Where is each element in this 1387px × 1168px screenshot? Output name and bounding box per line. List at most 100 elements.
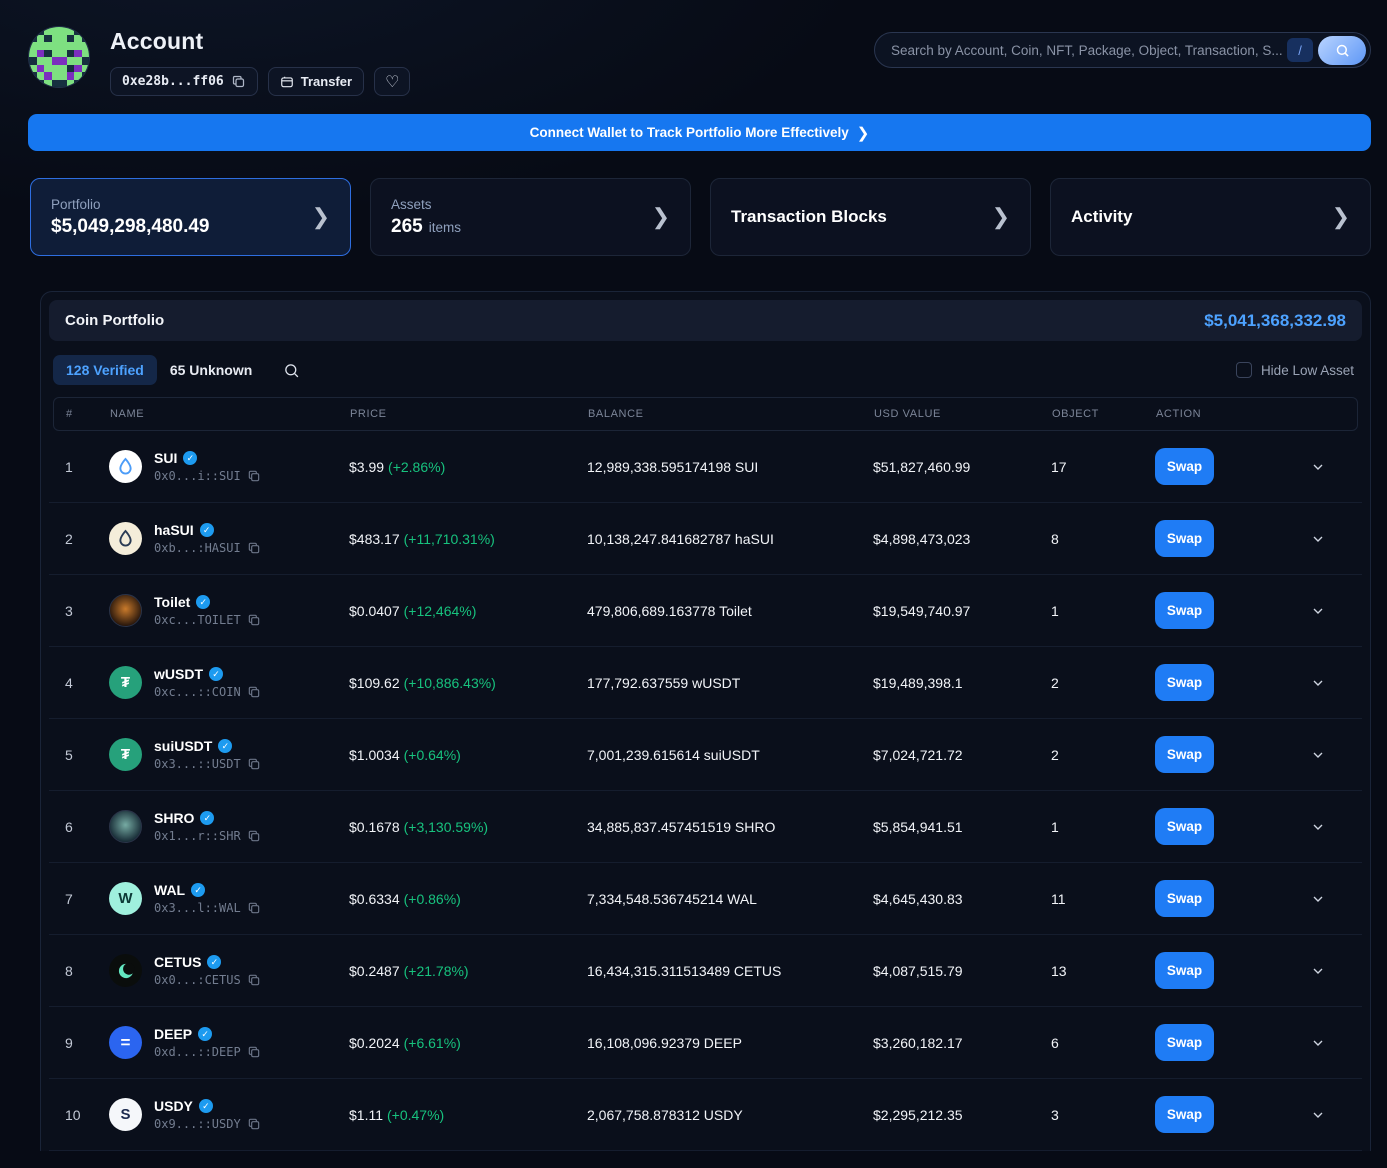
verified-badge-icon: ✓ (198, 1027, 212, 1041)
transfer-button[interactable]: Transfer (268, 67, 364, 96)
account-address: 0xe28b...ff06 (122, 74, 224, 89)
summary-card-portfolio[interactable]: Portfolio$5,049,298,480.49❯ (30, 178, 351, 256)
action-cell: Swap (1147, 736, 1287, 773)
copy-icon[interactable] (247, 757, 261, 771)
chevron-down-icon[interactable] (1310, 675, 1354, 691)
favorite-button[interactable]: ♡ (374, 67, 410, 96)
search-button[interactable] (1318, 36, 1366, 65)
swap-button[interactable]: Swap (1155, 592, 1214, 629)
copy-icon[interactable] (247, 685, 261, 699)
swap-button[interactable]: Swap (1155, 952, 1214, 989)
rank-cell: 5 (57, 747, 101, 763)
chevron-down-icon[interactable] (1310, 459, 1354, 475)
copy-icon[interactable] (247, 613, 261, 627)
copy-icon[interactable] (247, 829, 261, 843)
rank-cell: 7 (57, 891, 101, 907)
balance-cell: 10,138,247.841682787 haSUI (579, 531, 865, 547)
coin-portfolio-panel: Coin Portfolio $5,041,368,332.98 128 Ver… (40, 291, 1371, 1151)
balance-cell: 12,989,338.595174198 SUI (579, 459, 865, 475)
balance-cell: 479,806,689.163778 Toilet (579, 603, 865, 619)
name-cell: ₮wUSDT✓0xc...::COIN (101, 666, 341, 699)
coin-name: WAL (154, 882, 185, 898)
copy-icon[interactable] (247, 469, 261, 483)
copy-icon[interactable] (247, 541, 261, 555)
coin-icon: W (109, 882, 142, 915)
copy-icon[interactable] (247, 901, 261, 915)
coin-address: 0x3...l::WAL (154, 901, 241, 915)
table-search-icon[interactable] (283, 362, 300, 379)
account-address-chip[interactable]: 0xe28b...ff06 (110, 67, 258, 96)
chevron-down-icon[interactable] (1310, 1035, 1354, 1051)
copy-icon[interactable] (247, 973, 261, 987)
chevron-down-icon[interactable] (1310, 603, 1354, 619)
usd-value-cell: $4,087,515.79 (865, 963, 1043, 979)
action-cell: Swap (1147, 592, 1287, 629)
chevron-down-icon[interactable] (1310, 819, 1354, 835)
verified-badge-icon: ✓ (196, 595, 210, 609)
table-row: 1SUI✓0x0...i::SUI$3.99(+2.86%)12,989,338… (49, 431, 1362, 503)
copy-icon[interactable] (231, 74, 246, 89)
rank-cell: 6 (57, 819, 101, 835)
swap-button[interactable]: Swap (1155, 664, 1214, 701)
chevron-down-icon[interactable] (1310, 747, 1354, 763)
price-change: (+0.47%) (387, 1107, 444, 1123)
tab-unknown[interactable]: 65 Unknown (157, 355, 265, 385)
table-row: 2haSUI✓0xb...:HASUI$483.17(+11,710.31%)1… (49, 503, 1362, 575)
action-cell: Swap (1147, 1096, 1287, 1133)
chevron-right-icon: ❯ (857, 124, 870, 142)
price-value: $0.6334 (349, 891, 400, 907)
chevron-down-icon[interactable] (1310, 963, 1354, 979)
usd-value-cell: $3,260,182.17 (865, 1035, 1043, 1051)
swap-button[interactable]: Swap (1155, 520, 1214, 557)
card-value: 265items (391, 216, 461, 238)
action-cell: Swap (1147, 448, 1287, 485)
swap-button[interactable]: Swap (1155, 1096, 1214, 1133)
chevron-right-icon: ❯ (652, 204, 670, 230)
connect-wallet-banner[interactable]: Connect Wallet to Track Portfolio More E… (28, 114, 1371, 151)
chevron-right-icon: ❯ (1332, 204, 1350, 230)
coin-address: 0xc...TOILET (154, 613, 241, 627)
summary-card-activity[interactable]: Activity ❯ (1050, 178, 1371, 256)
action-cell: Swap (1147, 1024, 1287, 1061)
object-count-cell: 11 (1043, 891, 1147, 907)
copy-icon[interactable] (247, 1117, 261, 1131)
card-title: Activity (1071, 207, 1132, 227)
rank-cell: 3 (57, 603, 101, 619)
chevron-down-icon[interactable] (1310, 1107, 1354, 1123)
column-header-balance: BALANCE (580, 408, 866, 420)
object-count-cell: 17 (1043, 459, 1147, 475)
object-count-cell: 2 (1043, 675, 1147, 691)
swap-button[interactable]: Swap (1155, 448, 1214, 485)
search-input[interactable] (891, 43, 1287, 58)
price-cell: $1.11(+0.47%) (341, 1107, 579, 1123)
price-change: (+6.61%) (404, 1035, 461, 1051)
swap-button[interactable]: Swap (1155, 736, 1214, 773)
global-search[interactable]: / (874, 32, 1371, 68)
coin-address: 0xd...::DEEP (154, 1045, 241, 1059)
swap-button[interactable]: Swap (1155, 880, 1214, 917)
swap-button[interactable]: Swap (1155, 808, 1214, 845)
rank-cell: 1 (57, 459, 101, 475)
balance-cell: 16,434,315.311513489 CETUS (579, 963, 865, 979)
chevron-down-icon[interactable] (1310, 531, 1354, 547)
tab-verified[interactable]: 128 Verified (53, 355, 157, 385)
price-value: $0.2024 (349, 1035, 400, 1051)
coin-name: suiUSDT (154, 738, 212, 754)
summary-card-transaction-blocks[interactable]: Transaction Blocks❯ (710, 178, 1031, 256)
chevron-down-icon[interactable] (1310, 891, 1354, 907)
hide-low-asset-checkbox[interactable] (1236, 362, 1252, 378)
table-row: 3Toilet✓0xc...TOILET$0.0407(+12,464%)479… (49, 575, 1362, 647)
card-label: Assets (391, 197, 461, 212)
price-cell: $0.6334(+0.86%) (341, 891, 579, 907)
price-cell: $109.62(+10,886.43%) (341, 675, 579, 691)
name-cell: Toilet✓0xc...TOILET (101, 594, 341, 627)
swap-button[interactable]: Swap (1155, 1024, 1214, 1061)
summary-card-assets[interactable]: Assets 265items ❯ (370, 178, 691, 256)
card-label: Portfolio (51, 197, 210, 212)
coin-icon (109, 954, 142, 987)
copy-icon[interactable] (247, 1045, 261, 1059)
table-row: 10SUSDY✓0x9...::USDY$1.11(+0.47%)2,067,7… (49, 1079, 1362, 1151)
table-row: 7WWAL✓0x3...l::WAL$0.6334(+0.86%)7,334,5… (49, 863, 1362, 935)
coin-address: 0x0...i::SUI (154, 469, 241, 483)
table-header-row: #NAMEPRICEBALANCEUSD VALUEOBJECTACTION (53, 397, 1358, 431)
